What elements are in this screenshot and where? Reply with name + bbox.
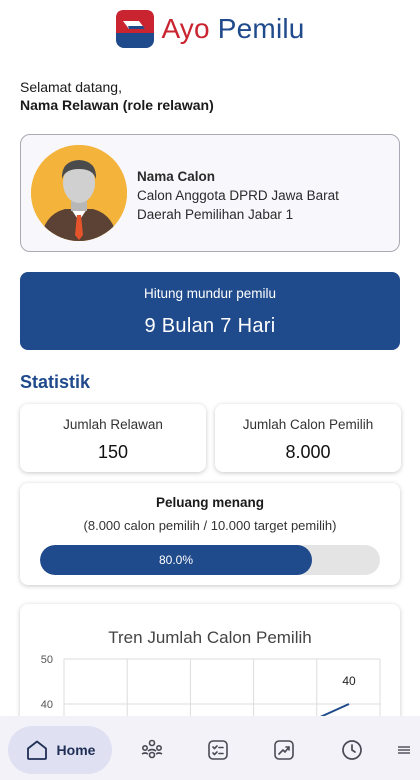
stat-card-pemilih[interactable]: Jumlah Calon Pemilih 8.000 bbox=[215, 404, 401, 472]
nav-volunteers[interactable] bbox=[132, 726, 172, 774]
app-name: Ayo Pemilu bbox=[161, 13, 304, 45]
candidate-name: Nama Calon bbox=[137, 169, 216, 184]
candidate-position: Calon Anggota DPRD Jawa Barat bbox=[137, 188, 339, 203]
volunteers-icon bbox=[141, 739, 163, 759]
countdown-banner: Hitung mundur pemilu 9 Bulan 7 Hari bbox=[20, 272, 400, 350]
clock-icon bbox=[342, 740, 362, 760]
stat-pemilih-value: 8.000 bbox=[285, 442, 331, 462]
candidate-card[interactable]: Nama Calon Calon Anggota DPRD Jawa Barat… bbox=[20, 134, 400, 252]
stat-relawan-value: 150 bbox=[97, 442, 129, 462]
app-logo: Ayo Pemilu bbox=[0, 8, 420, 50]
win-chance-progress-track: 80.0% bbox=[40, 545, 380, 575]
checklist-icon bbox=[208, 740, 228, 760]
user-name: Nama Relawan (role relawan) bbox=[20, 97, 214, 113]
win-chance-subtitle: (8.000 calon pemilih / 10.000 target pem… bbox=[83, 518, 337, 533]
win-chance-progress-fill: 80.0% bbox=[40, 545, 312, 575]
nav-history[interactable] bbox=[332, 726, 372, 774]
person-avatar-icon bbox=[31, 145, 127, 241]
logo-text-ayo: Ayo bbox=[161, 13, 210, 44]
countdown-label: Hitung mundur pemilu bbox=[143, 286, 277, 301]
welcome-text: Selamat datang, bbox=[20, 79, 122, 95]
win-chance-title: Peluang menang bbox=[155, 495, 265, 510]
countdown-value: 9 Bulan 7 Hari bbox=[144, 315, 276, 337]
nav-home-label: Home bbox=[56, 742, 96, 758]
candidate-info: Nama Calon Calon Anggota DPRD Jawa Barat… bbox=[137, 167, 339, 224]
bottom-navigation: Home bbox=[0, 716, 420, 780]
candidate-district: Daerah Pemilihan Jabar 1 bbox=[137, 207, 294, 222]
stat-card-relawan[interactable]: Jumlah Relawan 150 bbox=[20, 404, 206, 472]
nav-menu[interactable] bbox=[394, 726, 414, 774]
ballot-logo-icon bbox=[116, 10, 155, 48]
greeting: Selamat datang, Nama Relawan (role relaw… bbox=[20, 78, 214, 114]
home-icon bbox=[26, 740, 47, 760]
stat-relawan-label: Jumlah Relawan bbox=[63, 417, 163, 432]
data-label: 40 bbox=[342, 674, 356, 688]
win-chance-card: Peluang menang (8.000 calon pemilih / 10… bbox=[20, 483, 400, 585]
trend-chart-icon bbox=[274, 740, 294, 760]
nav-home[interactable]: Home bbox=[8, 726, 112, 774]
nav-checklist[interactable] bbox=[198, 726, 238, 774]
section-title-statistik: Statistik bbox=[20, 372, 91, 392]
menu-icon bbox=[398, 746, 410, 754]
logo-text-pemilu: Pemilu bbox=[217, 13, 305, 44]
nav-trend[interactable] bbox=[264, 726, 304, 774]
y-tick-label: 40 bbox=[41, 699, 53, 711]
stat-pemilih-label: Jumlah Calon Pemilih bbox=[242, 417, 374, 432]
y-tick-label: 50 bbox=[41, 654, 53, 666]
